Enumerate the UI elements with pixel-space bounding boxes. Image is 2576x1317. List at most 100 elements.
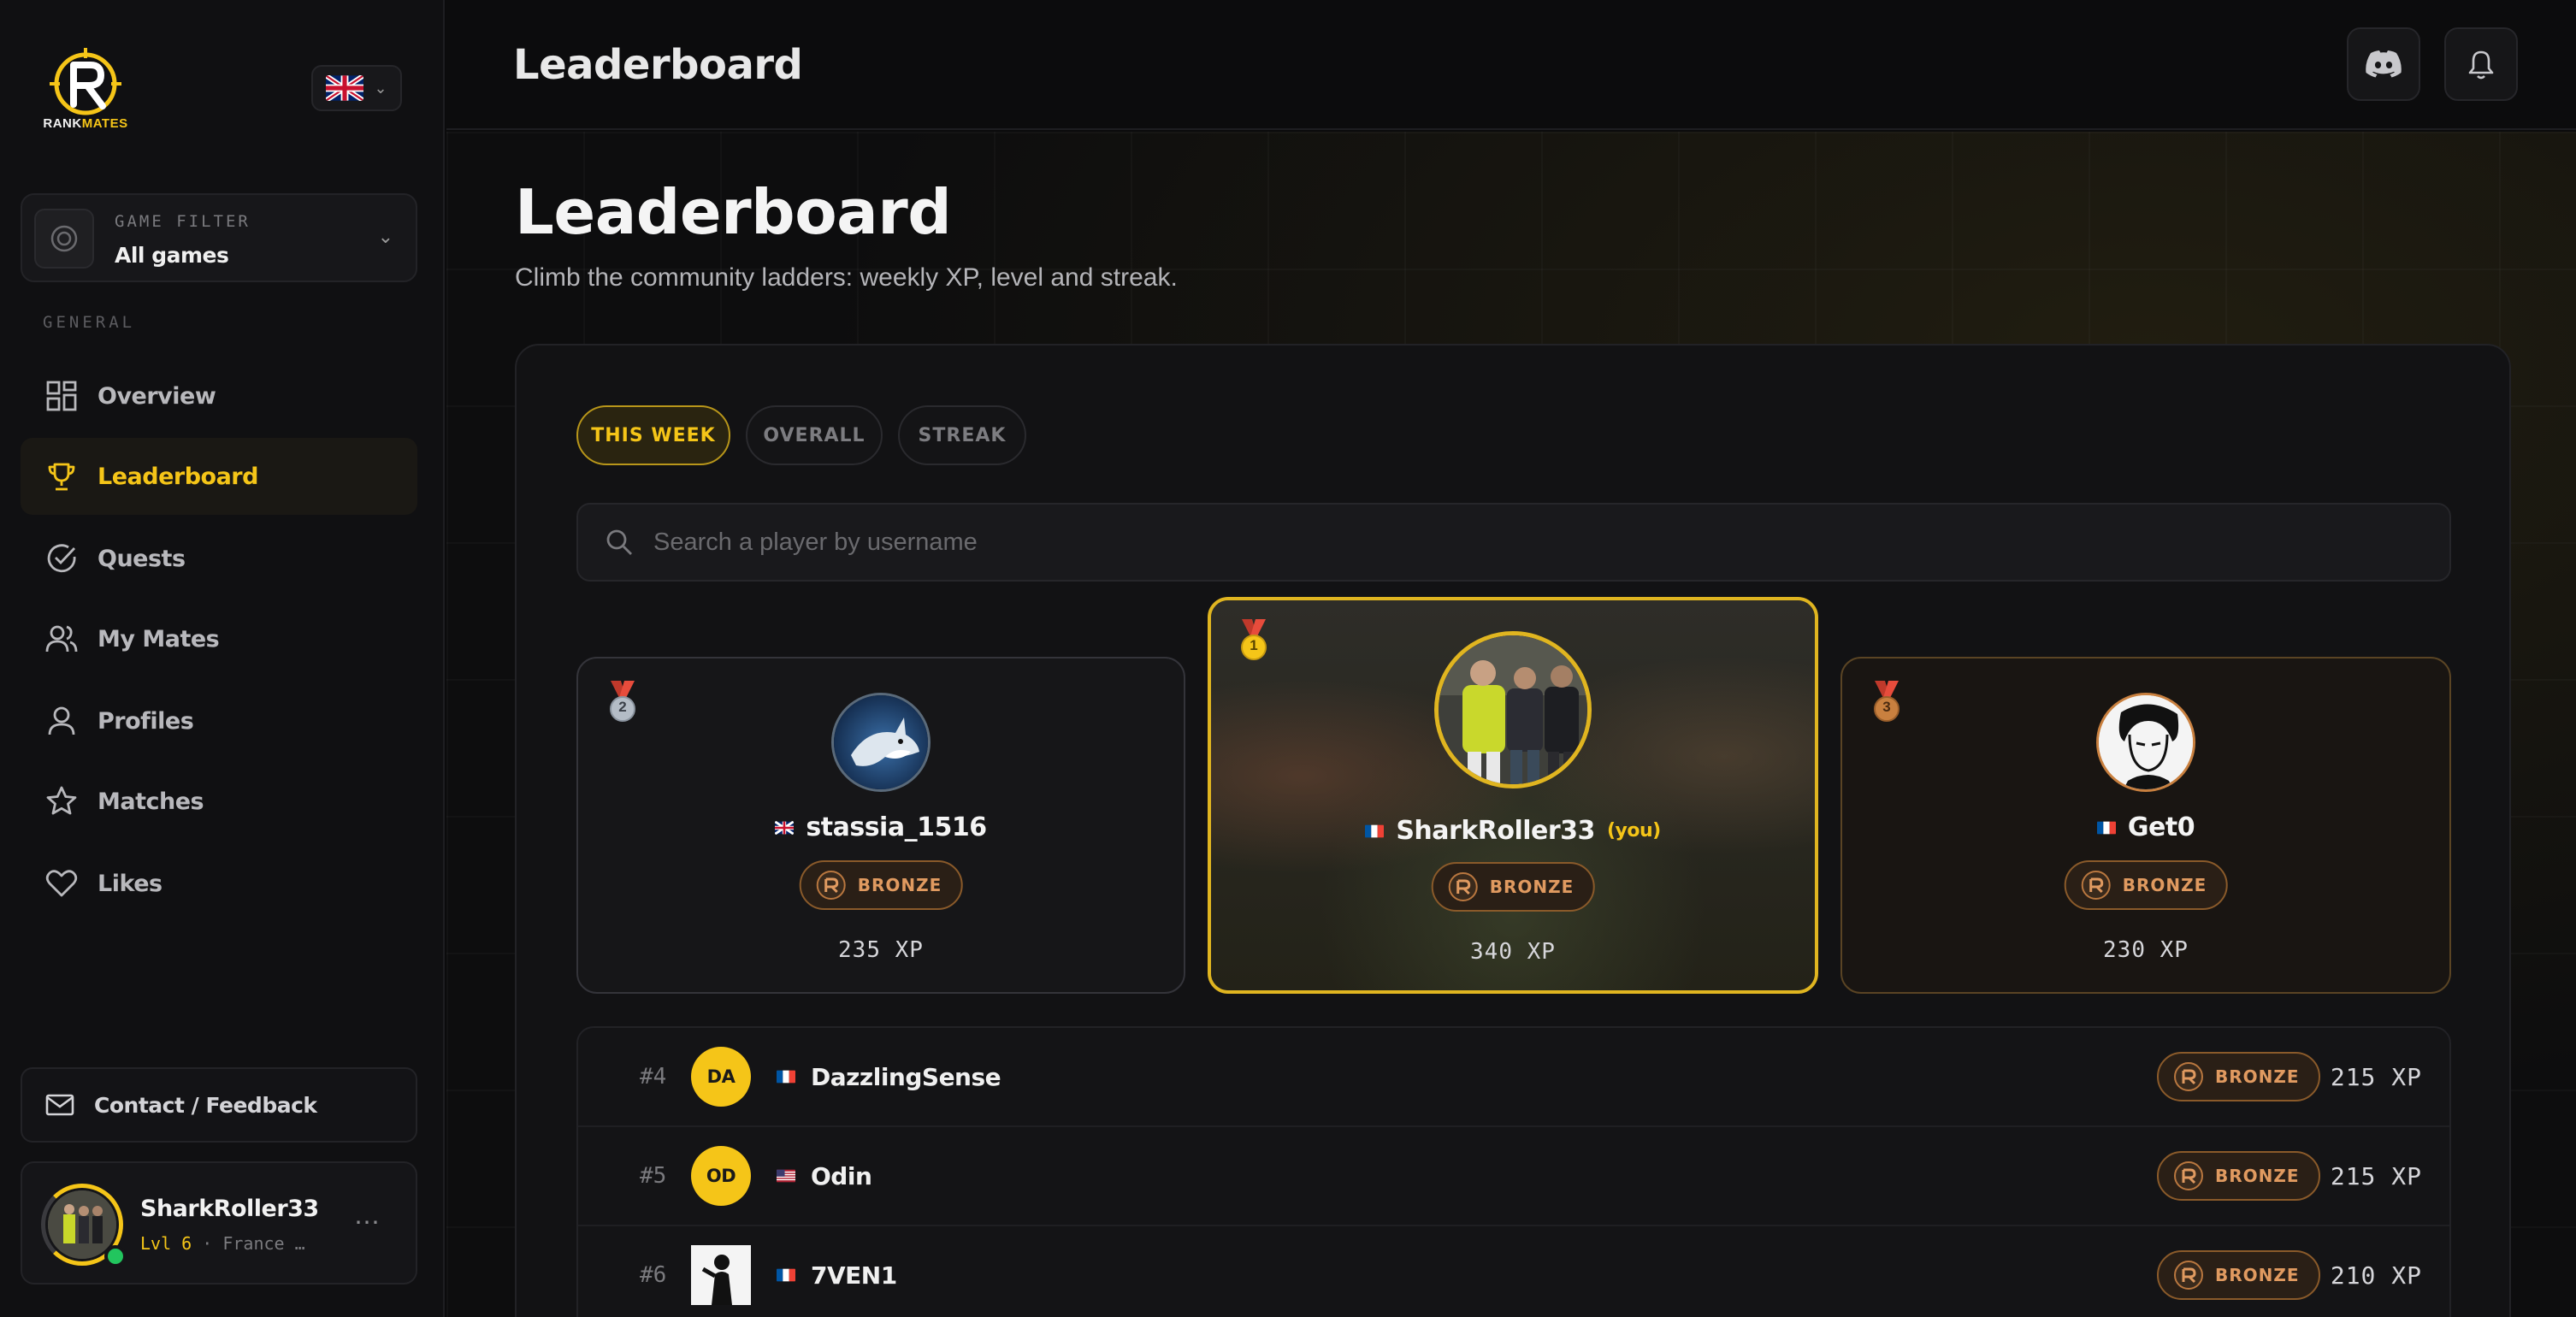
bronze-rank-icon bbox=[2174, 1161, 2203, 1190]
table-row[interactable]: #6 7VEN1 BRONZE 210 XP bbox=[578, 1226, 2449, 1317]
game-filter-value: All games bbox=[115, 243, 229, 268]
podium-first[interactable]: 1 SharkRoller33 (you) BRONZE 340 XP bbox=[1208, 597, 1818, 994]
avatar bbox=[1434, 631, 1592, 788]
player-name: Odin bbox=[811, 1161, 872, 1190]
podium-first-name: SharkRoller33 (you) bbox=[1211, 816, 1815, 846]
place-number: 1 bbox=[1250, 637, 1258, 653]
avatar: OD bbox=[691, 1146, 751, 1206]
sidebar-item-label: Quests bbox=[97, 545, 186, 572]
rank-badge-container: BRONZE bbox=[1431, 862, 1595, 912]
sidebar-item-profiles[interactable]: Profiles bbox=[21, 682, 417, 759]
avatar bbox=[831, 693, 931, 792]
current-user-card[interactable]: SharkRoller33 Lvl 6 · France … ⋯ bbox=[21, 1161, 417, 1285]
language-selector[interactable]: ⌄ bbox=[311, 65, 402, 111]
user-icon bbox=[48, 706, 75, 735]
player-xp: 215 XP bbox=[2330, 1161, 2422, 1190]
tab-this-week[interactable]: THIS WEEK bbox=[576, 405, 730, 465]
user-level: Lvl 6 bbox=[140, 1233, 192, 1254]
avatar: DA bbox=[691, 1047, 751, 1107]
france-flag-icon bbox=[1365, 824, 1385, 837]
leaderboard-list: #4 DA DazzlingSense BRONZE 215 XP #5 OD … bbox=[576, 1026, 2451, 1317]
player-xp: 230 XP bbox=[2103, 937, 2189, 963]
bronze-rank-icon bbox=[2174, 1062, 2203, 1091]
game-target-icon bbox=[34, 209, 94, 269]
badge-label: BRONZE bbox=[2215, 1265, 2300, 1285]
player-name: SharkRoller33 bbox=[1396, 816, 1595, 846]
bell-icon bbox=[2468, 50, 2494, 80]
podium-third[interactable]: 3 Get0 BRONZE 230 XP bbox=[1840, 657, 2451, 994]
player-search[interactable] bbox=[576, 503, 2451, 582]
rank-badge-container: BRONZE bbox=[799, 860, 963, 910]
place-number: 3 bbox=[1882, 699, 1891, 715]
trophy-icon bbox=[48, 463, 75, 491]
discord-button[interactable] bbox=[2347, 27, 2420, 101]
users-icon bbox=[45, 625, 78, 653]
sidebar: RANKMATES ⌄ GAME FILTER All games ⌄ GENE… bbox=[0, 0, 445, 1317]
search-input[interactable] bbox=[653, 528, 2449, 557]
notifications-button[interactable] bbox=[2444, 27, 2518, 101]
overview-grid-icon bbox=[46, 381, 77, 411]
sidebar-item-leaderboard[interactable]: Leaderboard bbox=[21, 438, 417, 515]
player-xp: 235 XP bbox=[838, 937, 924, 963]
section-label-general: GENERAL bbox=[43, 313, 136, 332]
badge-label: BRONZE bbox=[2122, 875, 2207, 895]
sidebar-item-quests[interactable]: Quests bbox=[21, 520, 417, 597]
discord-icon bbox=[2366, 50, 2402, 78]
contact-feedback-button[interactable]: Contact / Feedback bbox=[21, 1067, 417, 1143]
sidebar-item-matches[interactable]: Matches bbox=[21, 763, 417, 840]
mail-icon bbox=[45, 1094, 74, 1116]
contact-feedback-label: Contact / Feedback bbox=[94, 1092, 317, 1118]
badge-label: BRONZE bbox=[2215, 1166, 2300, 1186]
player-xp: 340 XP bbox=[1470, 939, 1556, 965]
table-row[interactable]: #5 OD Odin BRONZE 215 XP bbox=[578, 1127, 2449, 1226]
badge-label: BRONZE bbox=[2215, 1066, 2300, 1087]
player-xp: 215 XP bbox=[2330, 1062, 2422, 1091]
sidebar-item-label: Likes bbox=[97, 870, 162, 897]
player-name: Get0 bbox=[2127, 812, 2195, 842]
bronze-rank-icon bbox=[816, 871, 846, 900]
france-flag-icon bbox=[777, 1268, 795, 1282]
bronze-badge: BRONZE bbox=[2157, 1151, 2320, 1201]
page-subtitle: Climb the community ladders: weekly XP, … bbox=[515, 263, 1178, 292]
uk-flag-icon bbox=[775, 820, 795, 835]
brand-wordmark: RANKMATES bbox=[43, 116, 128, 131]
chevron-down-icon: ⌄ bbox=[374, 79, 387, 97]
player-name: DazzlingSense bbox=[811, 1062, 1001, 1091]
you-label: (you) bbox=[1606, 820, 1661, 842]
sidebar-item-my-mates[interactable]: My Mates bbox=[21, 600, 417, 677]
place-number: 2 bbox=[618, 699, 627, 715]
badge-label: BRONZE bbox=[1489, 877, 1575, 897]
france-flag-icon bbox=[777, 1070, 795, 1084]
online-status-dot bbox=[104, 1245, 127, 1267]
row-rank: #4 bbox=[640, 1064, 667, 1090]
more-options-icon[interactable]: ⋯ bbox=[354, 1208, 381, 1237]
usa-flag-icon bbox=[777, 1169, 795, 1183]
sidebar-item-overview[interactable]: Overview bbox=[21, 357, 417, 434]
sidebar-item-likes[interactable]: Likes bbox=[21, 845, 417, 922]
user-meta: Lvl 6 · France … bbox=[140, 1233, 305, 1254]
tab-overall[interactable]: OVERALL bbox=[746, 405, 883, 465]
page-title: Leaderboard bbox=[515, 176, 952, 248]
game-filter-dropdown[interactable]: GAME FILTER All games ⌄ bbox=[21, 193, 417, 282]
bronze-rank-icon bbox=[2081, 871, 2111, 900]
avatar bbox=[691, 1245, 751, 1305]
sidebar-item-label: Matches bbox=[97, 788, 204, 815]
user-country: · France … bbox=[202, 1233, 305, 1254]
badge-label: BRONZE bbox=[857, 875, 942, 895]
tab-streak[interactable]: STREAK bbox=[898, 405, 1026, 465]
bronze-badge: BRONZE bbox=[799, 860, 963, 910]
podium-third-name: Get0 bbox=[1842, 812, 2449, 842]
table-row[interactable]: #4 DA DazzlingSense BRONZE 215 XP bbox=[578, 1028, 2449, 1127]
avatar bbox=[2096, 693, 2195, 792]
podium-second-name: stassia_1516 bbox=[578, 812, 1184, 842]
sidebar-item-label: Profiles bbox=[97, 707, 194, 735]
france-flag-icon bbox=[2096, 821, 2116, 834]
sidebar-item-label: My Mates bbox=[97, 625, 220, 653]
player-name: stassia_1516 bbox=[806, 812, 987, 842]
bronze-badge: BRONZE bbox=[2157, 1052, 2320, 1101]
bronze-rank-icon bbox=[1448, 872, 1478, 901]
podium-second[interactable]: 2 stassia_1516 BRONZE 235 XP bbox=[576, 657, 1185, 994]
row-rank: #5 bbox=[640, 1163, 667, 1189]
top-bar: Leaderboard bbox=[446, 0, 2576, 130]
star-icon bbox=[46, 786, 77, 815]
